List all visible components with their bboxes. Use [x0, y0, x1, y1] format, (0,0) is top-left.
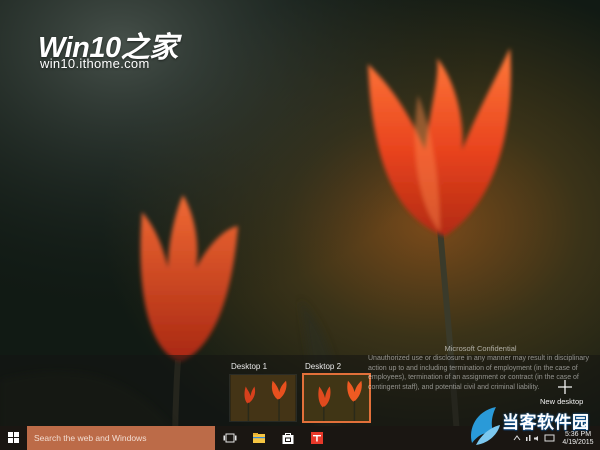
desktop-2-thumbnail[interactable]: [302, 373, 371, 423]
watermark-url: win10.ithome.com: [40, 56, 150, 71]
app-icon: [311, 432, 323, 444]
file-explorer-icon: [253, 433, 265, 443]
confidential-title: Microsoft Confidential: [444, 344, 517, 353]
desktop-1-thumbnail[interactable]: [229, 374, 297, 422]
task-view-icon: [223, 433, 237, 443]
store-button[interactable]: [274, 426, 302, 450]
windows-logo-icon: [8, 432, 19, 443]
desktop-1-label: Desktop 1: [231, 362, 268, 371]
new-desktop-plus-icon[interactable]: [557, 379, 573, 395]
desktop-2-label: Desktop 2: [305, 362, 342, 371]
search-box[interactable]: Search the web and Windows: [27, 426, 215, 450]
file-explorer-button[interactable]: [245, 426, 273, 450]
store-icon: [282, 433, 294, 444]
start-button[interactable]: [0, 426, 27, 450]
desktop-1-preview: [230, 375, 296, 421]
corner-logo-text: 当客软件园: [502, 413, 590, 433]
search-placeholder: Search the web and Windows: [34, 433, 147, 443]
desktop-2-preview: [304, 375, 369, 421]
task-view-button[interactable]: [216, 426, 244, 450]
pinned-app-button[interactable]: [303, 426, 331, 450]
